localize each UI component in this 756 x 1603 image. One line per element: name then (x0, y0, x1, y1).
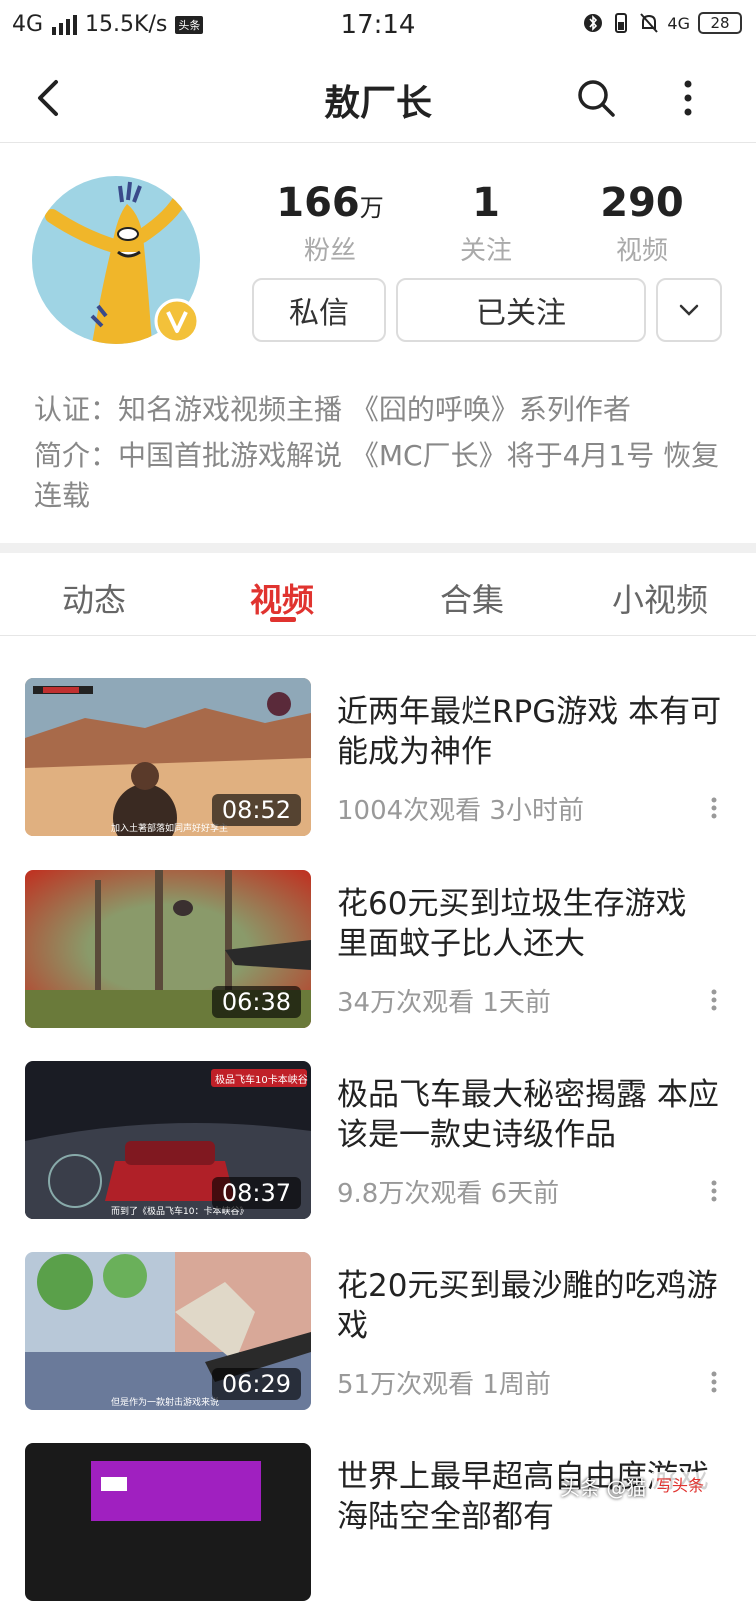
video-thumbnail[interactable] (25, 1443, 311, 1601)
video-duration: 06:29 (211, 1368, 301, 1400)
sim-icon (611, 12, 631, 34)
mute-icon (639, 12, 659, 34)
video-more-button[interactable] (700, 790, 728, 826)
tab-collections[interactable]: 合集 (440, 575, 504, 621)
video-duration: 08:37 (211, 1177, 301, 1209)
more-button[interactable] (670, 76, 706, 120)
stat-fans-label: 粉丝 (303, 236, 356, 266)
thumbnail-caption: 但是作为一款射击游戏来说 (111, 1398, 220, 1408)
stat-fans-unit: 万 (359, 194, 384, 222)
status-bar: 4G 15.5K/s 头条 17:14 4G 28 (0, 0, 756, 54)
video-meta: 1004次观看 3小时前 (337, 796, 584, 826)
video-thumbnail[interactable]: 极品飞车10卡本峡谷 而到了《极品飞车10：卡本峡谷》 08:37 (25, 1061, 311, 1219)
battery-level: 28 (710, 14, 730, 32)
video-item[interactable]: 06:38 花60元买到垃圾生存游戏 里面蚊子比人还大 34万次观看 1天前 (0, 870, 756, 1030)
intro-text: 简介：中国首批游戏解说 《MC厂长》将于4月1号 恢复连载 (34, 439, 720, 512)
tab-dynamics[interactable]: 动态 (62, 575, 126, 621)
verified-badge-icon (154, 298, 200, 344)
more-vertical-icon (711, 1180, 717, 1202)
video-meta: 34万次观看 1天前 (337, 988, 551, 1018)
video-title[interactable]: 花60元买到垃圾生存游戏 里面蚊子比人还大 (337, 884, 727, 964)
certification-text: 认证：知名游戏视频主播 《囧的呼唤》系列作者 (34, 393, 631, 426)
chevron-down-icon (679, 304, 699, 316)
section-divider (0, 543, 756, 553)
stat-fans-number: 166 (276, 180, 360, 226)
video-item[interactable]: 极品飞车10卡本峡谷 而到了《极品飞车10：卡本峡谷》 08:37 极品飞车最大… (0, 1061, 756, 1221)
battery-icon: 28 (698, 12, 742, 34)
video-thumbnail[interactable]: 06:38 (25, 870, 311, 1028)
stat-following-label: 关注 (459, 236, 512, 266)
video-more-button[interactable] (700, 1173, 728, 1209)
message-button[interactable]: 私信 (252, 278, 386, 342)
content-tabs: 动态 视频 合集 小视频 (0, 553, 756, 636)
active-tab-indicator (270, 617, 296, 622)
more-vertical-icon (711, 1371, 717, 1393)
video-more-button[interactable] (700, 1364, 728, 1400)
video-meta: 9.8万次观看 6天前 (337, 1179, 560, 1209)
search-button[interactable] (574, 76, 618, 120)
video-title[interactable]: 近两年最烂RPG游戏 本有可能成为神作 (337, 692, 727, 772)
video-title[interactable]: 世界上最早超高自由度游戏 海陆空全部都有 (337, 1457, 727, 1537)
watermark-site: 写头条 (652, 1472, 709, 1496)
profile-stats: 166万 粉丝 1 关注 290 视频 (250, 180, 722, 270)
thumbnail-caption: 加入土著部落如同声好好享主 (111, 824, 229, 834)
more-vertical-icon (711, 797, 717, 819)
follow-button[interactable]: 已关注 (396, 278, 646, 342)
stat-videos-label: 视频 (615, 236, 668, 266)
video-item[interactable]: 世界上最早超高自由度游戏 海陆空全部都有 (0, 1443, 756, 1603)
video-item[interactable]: 加入土著部落如同声好好享主 08:52 近两年最烂RPG游戏 本有可能成为神作 … (0, 678, 756, 838)
stat-following-number: 1 (472, 180, 500, 226)
thumbnail-banner: 极品飞车10卡本峡谷 (215, 1075, 308, 1086)
bluetooth-icon (583, 12, 603, 34)
video-thumbnail[interactable]: 加入土著部落如同声好好享主 08:52 (25, 678, 311, 836)
status-right: 4G 28 (583, 12, 742, 34)
video-title[interactable]: 极品飞车最大秘密揭露 本应该是一款史诗级作品 (337, 1075, 727, 1155)
more-vertical-icon (711, 989, 717, 1011)
video-duration: 08:52 (211, 794, 301, 826)
video-title[interactable]: 花20元买到最沙雕的吃鸡游戏 (337, 1266, 727, 1346)
watermark-text: 头条 @猫 (560, 1476, 647, 1500)
tab-videos[interactable]: 视频 (250, 575, 314, 621)
video-thumbnail[interactable]: 但是作为一款射击游戏来说 06:29 (25, 1252, 311, 1410)
more-vertical-icon (684, 80, 692, 116)
stat-videos[interactable]: 290 视频 (562, 180, 722, 267)
video-item[interactable]: 但是作为一款射击游戏来说 06:29 花20元买到最沙雕的吃鸡游戏 51万次观看… (0, 1252, 756, 1412)
stat-following[interactable]: 1 关注 (406, 180, 566, 267)
video-more-button[interactable] (700, 982, 728, 1018)
stat-videos-number: 290 (600, 180, 684, 226)
search-icon (578, 80, 615, 117)
nav-bar: 敖厂长 (0, 54, 756, 143)
expand-button[interactable] (656, 278, 722, 342)
page-title: 敖厂长 (323, 83, 432, 124)
stat-fans[interactable]: 166万 粉丝 (250, 180, 410, 267)
network-right-label: 4G (667, 13, 690, 33)
video-meta: 51万次观看 1周前 (337, 1370, 551, 1400)
tab-short-videos[interactable]: 小视频 (612, 575, 708, 621)
video-duration: 06:38 (211, 986, 301, 1018)
